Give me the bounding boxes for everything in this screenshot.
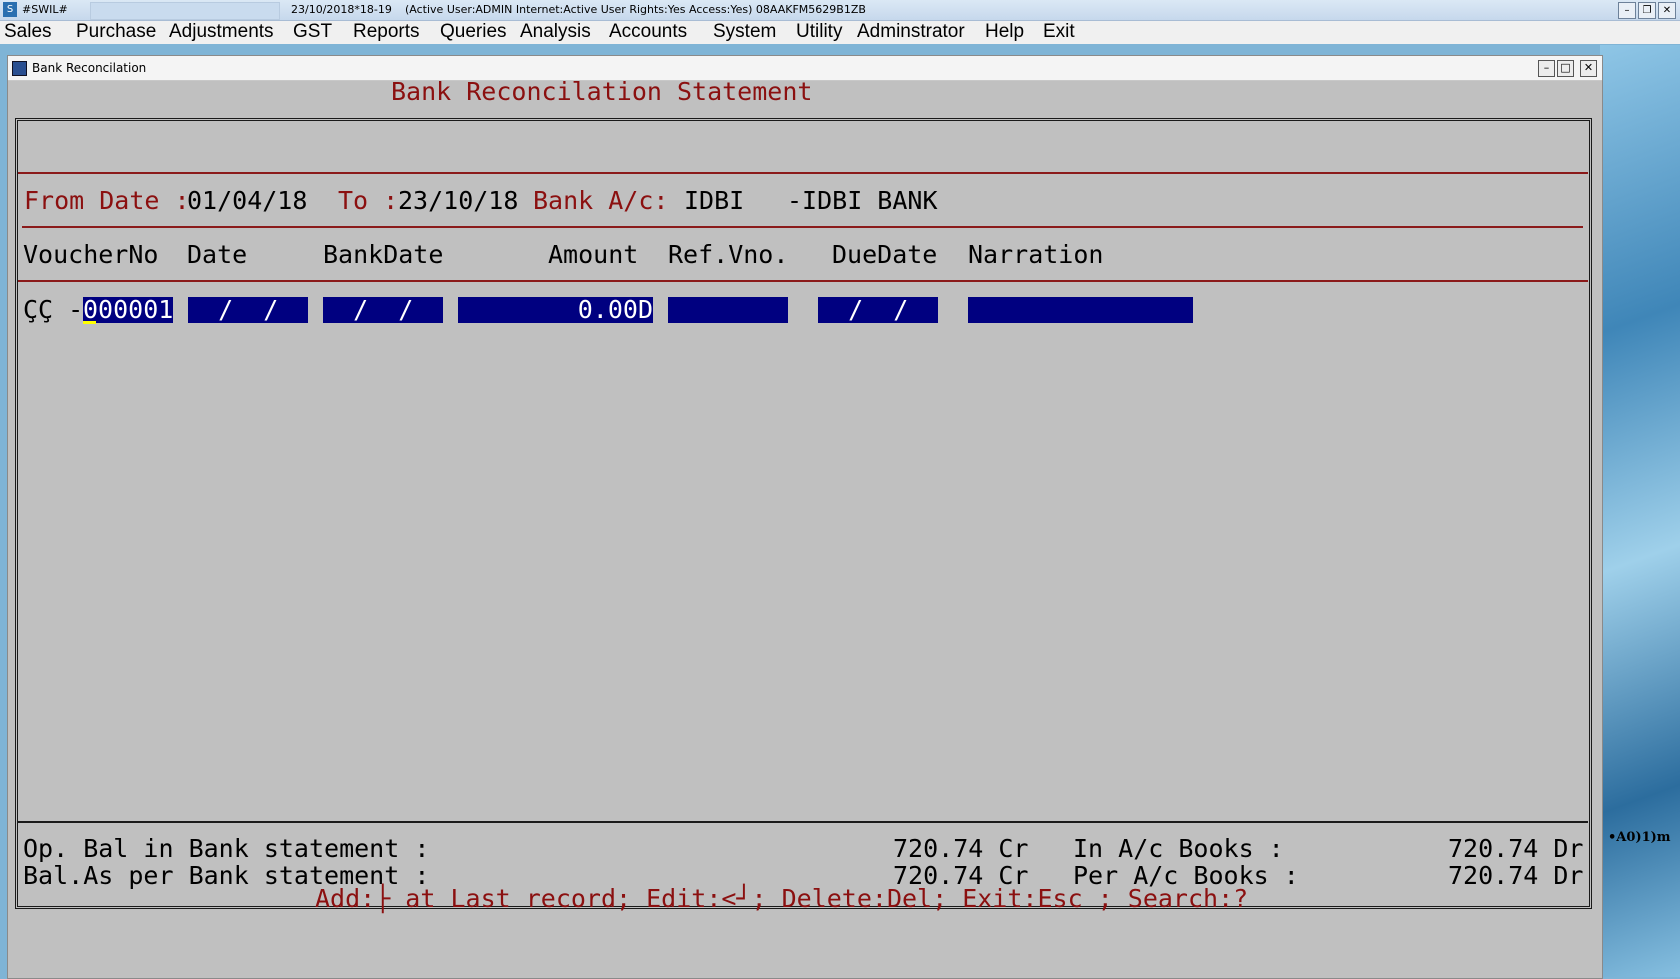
menu-exit[interactable]: Exit: [1043, 21, 1075, 43]
menu-purchase[interactable]: Purchase: [76, 21, 156, 43]
to-date-value[interactable]: 23/10/18: [398, 186, 518, 215]
divider-line: [18, 280, 1588, 282]
text-cursor: [83, 321, 96, 324]
form-frame: [15, 118, 1592, 909]
title-field: [90, 2, 280, 20]
op-bal-value: 720.74 Cr: [893, 834, 1029, 863]
col-narration-header: Narration: [968, 240, 1104, 269]
menu-help[interactable]: Help: [985, 21, 1024, 43]
bankdate-field[interactable]: / /: [323, 297, 443, 323]
col-amount-header: Amount: [548, 240, 639, 269]
app-title: #SWIL#: [22, 3, 68, 16]
voucher-prefix: ÇÇ -: [23, 295, 84, 324]
per-books-value: 720.74 Dr: [1448, 861, 1584, 890]
divider-line: [18, 172, 1588, 174]
to-date-label: To :: [338, 186, 399, 215]
in-books-label: In A/c Books :: [1073, 834, 1284, 863]
window-icon: [12, 61, 27, 76]
desktop-text-fragment: •A0)1)m: [1608, 830, 1671, 845]
menu-system[interactable]: System: [713, 21, 776, 43]
child-minimize-button[interactable]: –: [1538, 60, 1555, 77]
bank-account-name: -IDBI BANK: [787, 186, 938, 215]
col-date-header: Date: [187, 240, 248, 269]
close-button[interactable]: ✕: [1658, 2, 1676, 19]
divider-line: [22, 226, 1583, 228]
op-bal-label: Op. Bal in Bank statement :: [23, 834, 430, 863]
menu-queries[interactable]: Queries: [440, 21, 507, 43]
totals-divider: [18, 821, 1588, 823]
app-icon: S: [3, 2, 17, 17]
child-maximize-button[interactable]: □: [1557, 60, 1574, 77]
menu-gst[interactable]: GST: [293, 21, 332, 43]
menu-adjustments[interactable]: Adjustments: [169, 21, 274, 43]
menu-adminstrator[interactable]: Adminstrator: [857, 21, 965, 43]
child-title: Bank Reconcilation: [32, 61, 147, 75]
menu-analysis[interactable]: Analysis: [520, 21, 591, 43]
refvno-field[interactable]: [668, 297, 788, 323]
col-voucher-header: VoucherNo: [23, 240, 159, 269]
narration-field[interactable]: [968, 297, 1193, 323]
form-heading: Bank Reconcilation Statement: [391, 77, 813, 106]
amount-field[interactable]: 0.00D: [458, 297, 653, 323]
duedate-field[interactable]: / /: [818, 297, 938, 323]
restore-button[interactable]: ❐: [1638, 2, 1656, 19]
in-books-value: 720.74 Dr: [1448, 834, 1584, 863]
app-title-bar: S #SWIL# 23/10/2018*18-19 (Active User:A…: [0, 0, 1680, 21]
date-fy: 23/10/2018*18-19: [291, 3, 392, 16]
menu-utility[interactable]: Utility: [796, 21, 842, 43]
menu-bar: Sales Purchase Adjustments GST Reports Q…: [0, 21, 1680, 44]
date-field[interactable]: / /: [188, 297, 308, 323]
col-bankdate-header: BankDate: [323, 240, 444, 269]
from-date-value[interactable]: 01/04/18: [187, 186, 307, 215]
menu-accounts[interactable]: Accounts: [609, 21, 687, 43]
minimize-button[interactable]: –: [1618, 2, 1636, 19]
keyboard-hint: Add:├ at Last record; Edit:<┘; Delete:De…: [315, 884, 1249, 913]
child-close-button[interactable]: ✕: [1580, 60, 1597, 77]
bank-account-code[interactable]: IDBI: [684, 186, 744, 215]
menu-reports[interactable]: Reports: [353, 21, 420, 43]
bank-account-label: Bank A/c:: [533, 186, 669, 215]
menu-sales[interactable]: Sales: [4, 21, 52, 43]
col-refvno-header: Ref.Vno.: [668, 240, 789, 269]
col-duedate-header: DueDate: [832, 240, 938, 269]
voucher-no-field[interactable]: 000001: [83, 297, 173, 323]
from-date-label: From Date :: [24, 186, 190, 215]
status-text: (Active User:ADMIN Internet:Active User …: [405, 3, 866, 16]
